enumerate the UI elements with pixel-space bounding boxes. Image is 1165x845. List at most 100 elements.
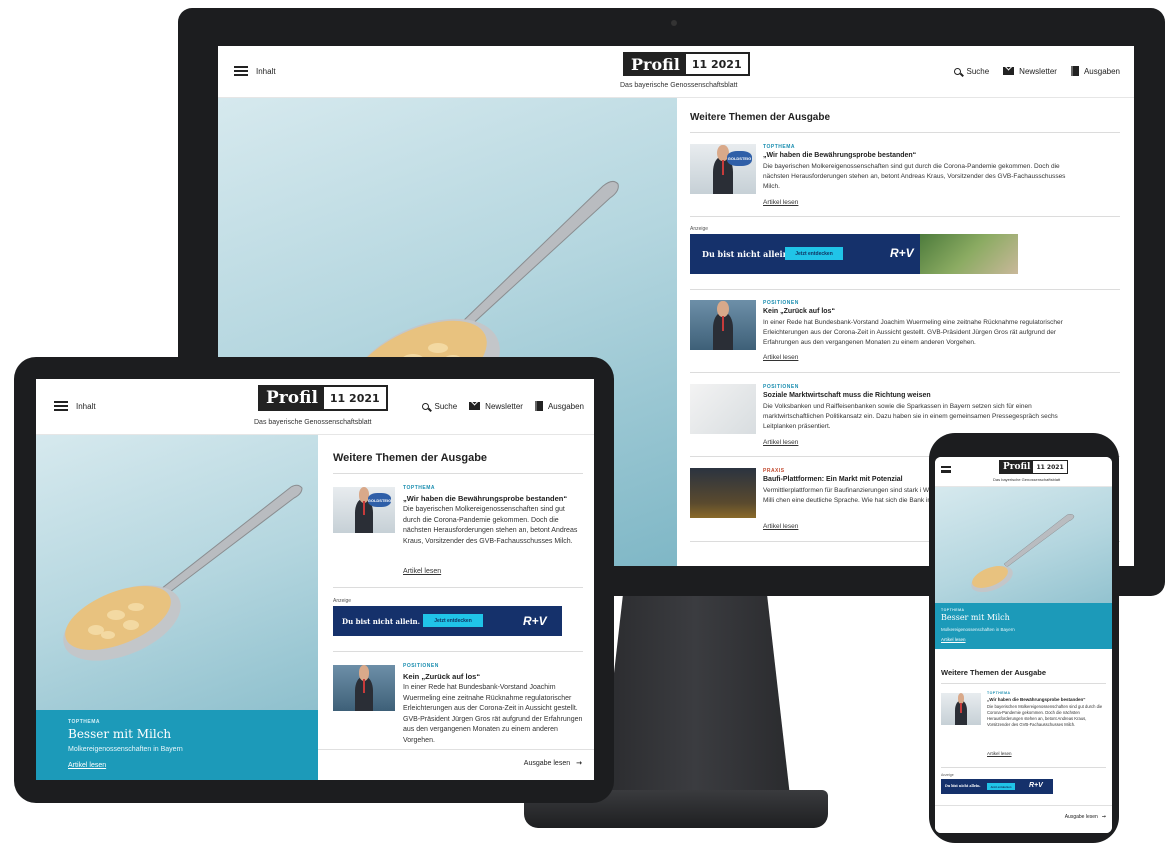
divider [690,372,1120,373]
article-teaser: In einer Rede hat Bundesbank-Vorstand Jo… [403,684,583,744]
article-title[interactable]: Kein „Zurück auf los“ [763,308,835,315]
profil-logo[interactable]: Profil 11 2021 [258,385,388,411]
tablet-screen: Inhalt Profil 11 2021 Das bayerische Gen… [36,379,594,780]
tagline: Das bayerische Genossenschaftsblatt [993,477,1061,482]
goldsteig-sign: GOLDSTEIG [726,151,753,166]
ad-cta-button[interactable]: Jetzt entdecken [785,247,843,260]
hero-title: Besser mit Milch [941,613,1010,622]
hamburger-icon [941,466,951,473]
article-kicker: POSITIONEN [763,384,799,390]
ad-cta-button[interactable]: Jetzt entdecken [423,614,483,627]
search-button[interactable]: Suche [954,67,989,76]
article-link[interactable]: Artikel lesen [763,523,798,530]
menu-button[interactable]: Inhalt [234,66,276,76]
article-kicker: TOPTHEMA [763,144,795,150]
hero-card[interactable]: TOPTHEMA Besser mit Milch Molkereigenoss… [36,710,318,780]
article-link[interactable]: Artikel lesen [763,439,798,446]
divider [333,651,583,652]
ad-text: Du bist nicht allein. [342,617,421,626]
issues-button[interactable]: Ausgaben [1070,66,1120,76]
issues-label: Ausgaben [547,401,584,411]
hero-card[interactable]: TOPTHEMA Besser mit Milch Molkereigenoss… [935,603,1112,649]
article-title[interactable]: „Wir haben die Bewährungsprobe bestanden… [763,152,916,159]
article-thumbnail[interactable] [690,468,756,518]
profil-logo[interactable]: Profil 11 2021 [623,52,750,76]
divider [333,587,583,588]
article-link[interactable]: Artikel lesen [763,354,798,361]
article-link[interactable]: Artikel lesen [987,751,1012,756]
article-thumbnail[interactable]: GOLDSTEIG [333,487,395,533]
article-kicker: TOPTHEMA [403,485,435,491]
article-thumbnail[interactable]: GOLDSTEIG [690,144,756,194]
article-kicker: POSITIONEN [403,663,439,669]
arrow-right-icon: → [1101,814,1106,820]
hamburger-icon [234,66,248,76]
divider [941,767,1106,768]
article-thumbnail[interactable] [690,300,756,350]
section-title: Weitere Themen der Ausgabe [690,112,831,123]
person-figure [713,300,733,350]
article-teaser: Die Volksbanken und Raiffeisenbanken sow… [763,403,1058,430]
newsletter-button[interactable]: Newsletter [469,402,523,411]
profil-logo[interactable]: Profil 11 2021 [999,460,1068,474]
hero-image: TOPTHEMA Besser mit Milch Molkereigenoss… [935,487,1112,649]
person-figure [955,693,967,725]
ad-brand-logo: R+V [523,614,547,628]
hero-link[interactable]: Artikel lesen [68,762,106,769]
hero-subtitle: Molkereigenossenschaften in Bayern [941,627,1015,632]
read-issue-label: Ausgabe lesen [523,759,571,767]
search-icon [422,402,430,410]
issues-button[interactable]: Ausgaben [534,401,584,411]
article-title[interactable]: Kein „Zurück auf los“ [403,672,480,681]
newsletter-label: Newsletter [485,401,523,411]
divider [690,216,1120,217]
article-title[interactable]: „Wir haben die Bewährungsprobe bestanden… [403,494,567,503]
phone-footer: Ausgabe lesen → [935,805,1112,833]
article-kicker: POSITIONEN [763,300,799,306]
person-figure [354,665,374,711]
tagline: Das bayerische Genossenschaftsblatt [254,419,372,426]
newsletter-button[interactable]: Newsletter [1003,67,1057,76]
menu-button[interactable] [941,466,951,473]
ad-label: Anzeige [690,226,709,232]
hero-link[interactable]: Artikel lesen [941,637,966,642]
article-title[interactable]: „Wir haben die Bewährungsprobe bestanden… [987,697,1085,702]
logo-word: Profil [625,54,686,74]
tagline: Das bayerische Genossenschaftsblatt [620,82,738,89]
read-issue-button[interactable]: Ausgabe lesen → [1065,814,1106,820]
ad-cta-button[interactable]: Jetzt entdecken [987,783,1015,790]
read-issue-button[interactable]: Ausgabe lesen → [524,759,582,767]
article-thumbnail[interactable] [941,693,981,725]
article-teaser: Die bayerischen Molkereigenossenschaften… [987,704,1103,728]
goldsteig-sign: GOLDSTEIG [367,493,391,508]
logo-issue: 11 2021 [691,57,742,71]
search-button[interactable]: Suche [422,402,457,411]
hero-title: Besser mit Milch [68,727,172,741]
article-link[interactable]: Artikel lesen [403,568,441,575]
article-title[interactable]: Soziale Marktwirtschaft muss die Richtun… [763,392,931,399]
section-title: Weitere Themen der Ausgabe [333,452,488,464]
newsletter-label: Newsletter [1019,66,1057,76]
read-issue-label: Ausgabe lesen [1064,814,1098,820]
ad-banner[interactable]: Du bist nicht allein. Jetzt entdecken R+… [941,779,1053,794]
search-label: Suche [966,66,990,76]
article-teaser: Die bayerischen Molkereigenossenschaften… [403,506,578,545]
hamburger-icon [54,401,68,411]
tablet-footer: Ausgabe lesen → [318,749,594,780]
article-title[interactable]: Baufi-Plattformen: Ein Markt mit Potenzi… [763,476,903,483]
menu-button[interactable]: Inhalt [54,401,96,411]
book-icon [1070,66,1079,76]
arrow-right-icon: → [576,759,582,767]
article-link[interactable]: Artikel lesen [763,199,798,206]
ad-banner[interactable]: Du bist nicht allein. Jetzt entdecken R+… [333,606,562,636]
ad-brand-logo: R+V [1029,782,1043,789]
menu-label: Inhalt [256,66,276,76]
desktop-header: Inhalt Profil 11 2021 Das bayerische Gen… [218,46,1134,98]
header-actions: Suche Newsletter Ausgaben [422,401,584,411]
ad-photo [919,234,1018,274]
article-thumbnail[interactable] [690,384,756,434]
ad-text: Du bist nicht allein. [945,784,981,788]
divider [690,132,1120,133]
article-thumbnail[interactable] [333,665,395,711]
ad-banner[interactable]: Du bist nicht allein. Jetzt entdecken R+… [690,234,1018,274]
